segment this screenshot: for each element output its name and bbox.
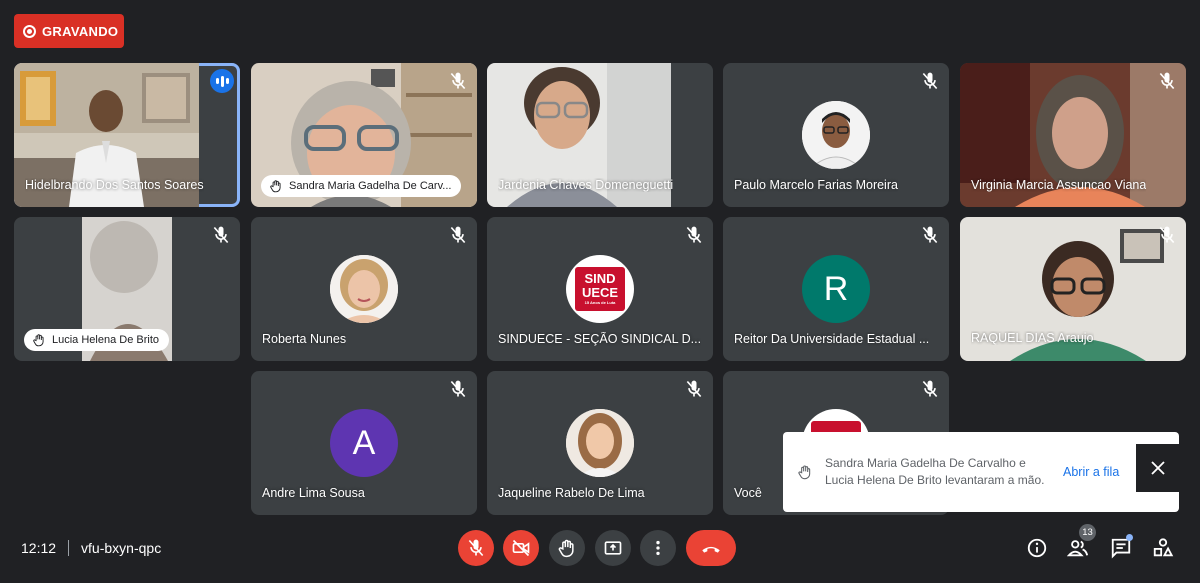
participant-name: Jardenia Chaves Domeneguetti	[498, 178, 674, 192]
present-screen-icon	[604, 541, 622, 555]
toggle-mic-button[interactable]	[458, 530, 494, 566]
meeting-info-button[interactable]	[1026, 537, 1048, 559]
mic-off-icon	[448, 225, 468, 245]
record-icon	[23, 24, 36, 38]
mic-off-icon	[1157, 71, 1177, 91]
mic-off-icon	[468, 539, 484, 557]
end-call-icon	[702, 546, 720, 553]
raise-hand-button[interactable]	[549, 530, 585, 566]
recording-label: GRAVANDO	[42, 23, 119, 39]
participant-name: Lucia Helena De Brito	[52, 334, 160, 346]
participant-tile-raquel[interactable]: RAQUEL DIAS Araujo	[960, 217, 1186, 361]
close-notification-button[interactable]	[1136, 444, 1179, 492]
mic-off-icon	[920, 71, 940, 91]
mic-off-icon	[211, 225, 231, 245]
meeting-details: 12:12 vfu-bxyn-qpc	[21, 540, 161, 556]
participant-name: Hidelbrando Dos Santos Soares	[25, 178, 204, 192]
recording-badge: GRAVANDO	[14, 14, 124, 48]
more-options-button[interactable]	[640, 530, 676, 566]
end-call-button[interactable]	[686, 530, 736, 566]
meeting-code: vfu-bxyn-qpc	[81, 540, 162, 556]
participant-name: Paulo Marcelo Farias Moreira	[734, 178, 898, 192]
mic-off-icon	[920, 225, 940, 245]
participant-tile-reitor[interactable]: R Reitor Da Universidade Estadual ...	[723, 217, 949, 361]
participant-name: Jaqueline Rabelo De Lima	[498, 486, 645, 500]
participant-avatar: A	[330, 409, 398, 477]
raise-hand-icon	[33, 334, 44, 347]
participant-tile-hidelbrando[interactable]: Hidelbrando Dos Santos Soares	[14, 63, 240, 207]
participant-avatar	[802, 101, 870, 169]
participant-name: Você	[734, 486, 762, 500]
close-icon	[1150, 461, 1165, 475]
participant-name: Roberta Nunes	[262, 332, 347, 346]
participant-avatar	[330, 255, 398, 323]
raised-hand-badge: Sandra Maria Gadelha De Carv...	[261, 175, 462, 197]
mic-off-icon	[1157, 225, 1177, 245]
participant-tile-sinduece[interactable]: SIND UECE 15 Anos de Luta SINDUECE - SEÇ…	[487, 217, 713, 361]
raised-hands-notification: Sandra Maria Gadelha De Carvalho e Lucia…	[783, 432, 1179, 512]
participant-avatar	[566, 409, 634, 477]
people-count-badge: 13	[1079, 524, 1096, 541]
logo-subtext: 15 Anos de Luta	[584, 300, 616, 305]
avatar-letter: R	[823, 269, 849, 308]
participant-avatar: R	[802, 255, 870, 323]
participant-tile-virginia[interactable]: Virginia Marcia Assuncao Viana	[960, 63, 1186, 207]
raise-hand-icon	[270, 180, 281, 193]
mic-off-icon	[684, 379, 704, 399]
unread-indicator	[1126, 534, 1133, 541]
participant-name: RAQUEL DIAS Araujo	[971, 331, 1094, 345]
participant-tile-jaqueline[interactable]: Jaqueline Rabelo De Lima	[487, 371, 713, 515]
raise-hand-icon	[558, 539, 574, 558]
meeting-time: 12:12	[21, 540, 57, 556]
sinduece-logo: SIND UECE 15 Anos de Luta	[566, 255, 634, 323]
mic-off-icon	[448, 379, 468, 399]
participant-name: Virginia Marcia Assuncao Viana	[971, 178, 1147, 192]
mic-off-icon	[684, 225, 704, 245]
participant-name: Sandra Maria Gadelha De Carv...	[289, 180, 452, 192]
info-icon	[1027, 538, 1047, 558]
divider	[68, 540, 70, 556]
mic-off-icon	[448, 71, 468, 91]
notification-message: Sandra Maria Gadelha De Carvalho e Lucia…	[825, 456, 1045, 487]
avatar-letter: A	[352, 423, 376, 462]
logo-text: UECE	[581, 285, 619, 300]
participant-name: Reitor Da Universidade Estadual ...	[734, 332, 930, 346]
raise-hand-icon	[798, 465, 811, 480]
participant-tile-lucia[interactable]: Lucia Helena De Brito	[14, 217, 240, 361]
participant-name: Andre Lima Sousa	[262, 486, 365, 500]
speaking-indicator-icon	[210, 69, 234, 93]
camera-off-icon	[512, 539, 530, 557]
open-queue-button[interactable]: Abrir a fila	[1063, 465, 1119, 479]
logo-text: SIND	[584, 271, 616, 286]
participant-tile-andre[interactable]: A Andre Lima Sousa	[251, 371, 477, 515]
mic-off-icon	[920, 379, 940, 399]
participant-tile-sandra[interactable]: Sandra Maria Gadelha De Carv...	[251, 63, 477, 207]
raised-hand-badge: Lucia Helena De Brito	[24, 329, 170, 351]
more-options-icon	[656, 540, 660, 556]
participant-tile-paulo[interactable]: Paulo Marcelo Farias Moreira	[723, 63, 949, 207]
present-screen-button[interactable]	[595, 530, 631, 566]
toggle-camera-button[interactable]	[503, 530, 539, 566]
activities-button[interactable]	[1152, 537, 1174, 559]
activities-icon	[1153, 538, 1174, 557]
participant-tile-jardenia[interactable]: Jardenia Chaves Domeneguetti	[487, 63, 713, 207]
participant-name: SINDUECE - SEÇÃO SINDICAL D...	[498, 332, 702, 346]
participant-tile-roberta[interactable]: Roberta Nunes	[251, 217, 477, 361]
